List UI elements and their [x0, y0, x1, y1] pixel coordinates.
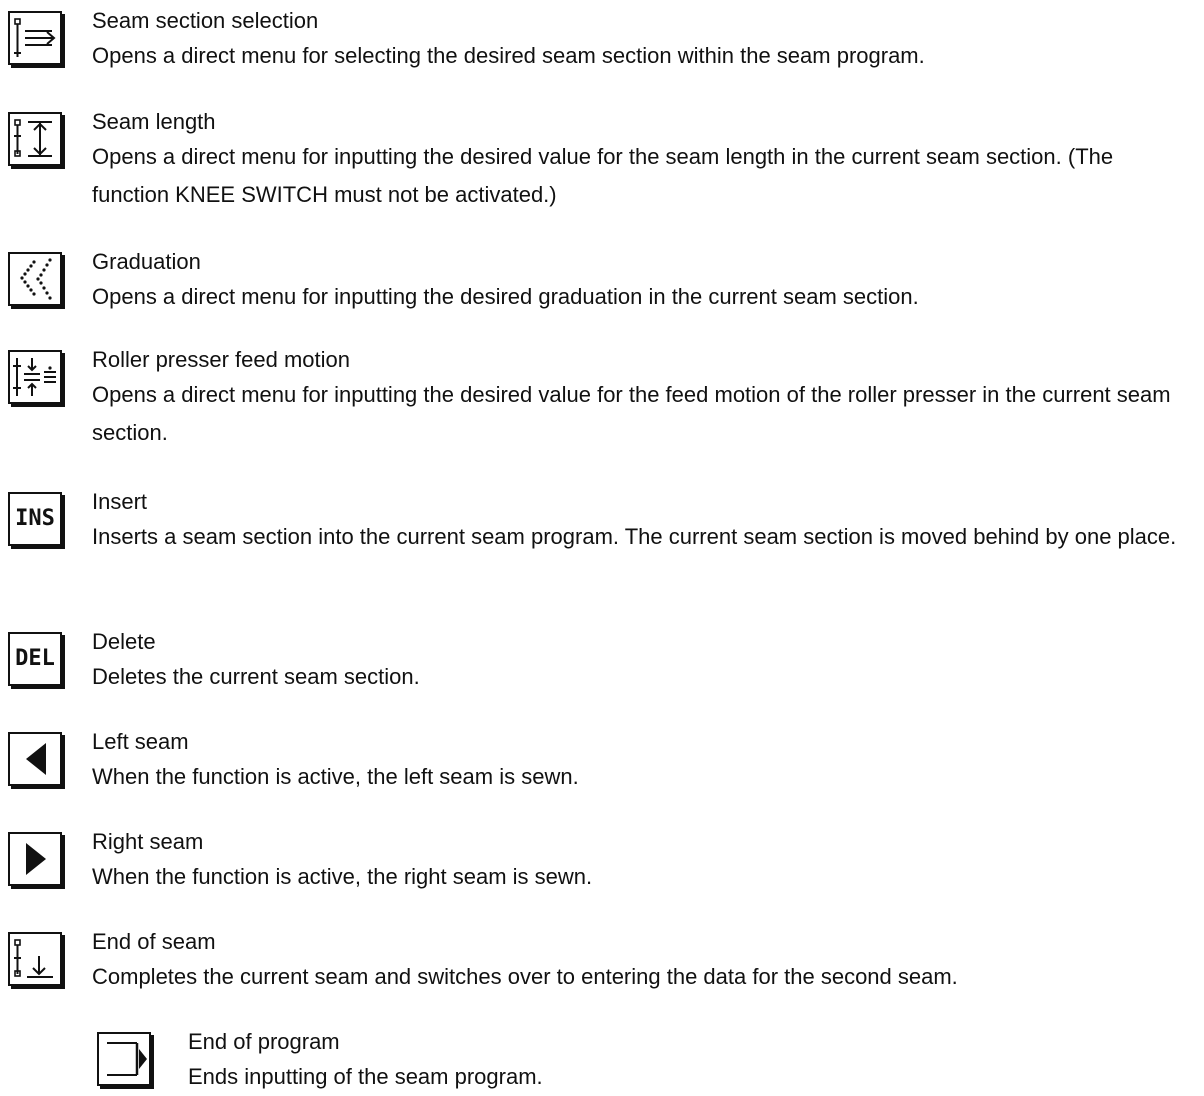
entry-description: When the function is active, the right s…	[92, 864, 593, 889]
delete-icon-label: DEL	[15, 646, 55, 671]
entry-description: Opens a direct menu for inputting the de…	[92, 382, 1171, 445]
entry-title: Seam length	[92, 109, 216, 134]
end-of-seam-icon	[8, 932, 62, 986]
insert-icon-label: INS	[15, 506, 55, 531]
graduation-icon	[8, 252, 62, 306]
entry-description: Completes the current seam and switches …	[92, 964, 958, 989]
roller-presser-feed-icon	[8, 350, 62, 404]
entry-title: Graduation	[92, 249, 201, 274]
entry-title: Insert	[92, 489, 148, 514]
entry-description: Opens a direct menu for inputting the de…	[92, 284, 919, 309]
entry-title: Delete	[92, 629, 156, 654]
insert-icon: INS	[8, 492, 62, 546]
entry-description: Inserts a seam section into the current …	[92, 524, 1177, 549]
right-seam-icon	[8, 832, 62, 886]
entry-title: Right seam	[92, 829, 204, 854]
seam-length-icon	[8, 112, 62, 166]
entry-description: Opens a direct menu for inputting the de…	[92, 144, 1114, 207]
entry-description: Deletes the current seam section.	[92, 664, 420, 689]
entry-title: End of seam	[92, 929, 216, 954]
entry-title: Roller presser feed motion	[92, 347, 351, 372]
entry-description: Ends inputting of the seam program.	[188, 1064, 543, 1089]
entry-description: When the function is active, the left se…	[92, 764, 579, 789]
entry-description: Opens a direct menu for selecting the de…	[92, 43, 925, 68]
delete-icon: DEL	[8, 632, 62, 686]
end-of-program-icon	[97, 1032, 151, 1086]
left-seam-icon	[8, 732, 62, 786]
seam-section-selection-icon	[8, 11, 62, 65]
entry-title: End of program	[188, 1029, 340, 1054]
entry-title: Seam section selection	[92, 8, 319, 33]
entry-title: Left seam	[92, 729, 189, 754]
